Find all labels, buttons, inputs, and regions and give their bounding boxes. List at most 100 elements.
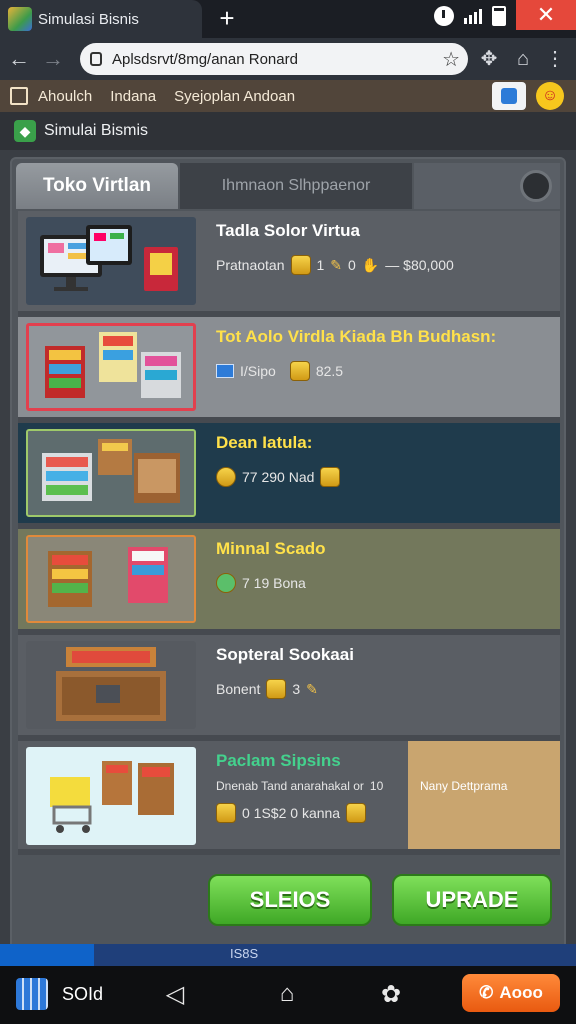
system-navigation-bar: SOId ◁ ⌂ ✿ ✆ Aooo xyxy=(0,966,576,1024)
forward-arrow-icon[interactable]: → xyxy=(40,46,66,72)
item-meta: 7 19 Bona xyxy=(216,573,548,593)
list-item[interactable]: Tot Aolo Virdla Kiada Bh Budhasn: I/Sipo… xyxy=(18,317,560,417)
game-window: ◆ Simulai Bismis Toko Virtlan Ihmnaon Sl… xyxy=(0,112,576,969)
item-price: 7 19 Bona xyxy=(242,575,306,591)
upgrade-button[interactable]: UPRADE xyxy=(392,874,552,926)
battery-icon xyxy=(492,6,506,26)
list-item[interactable]: Sopteral Sookaai Bonent 3 ✎ xyxy=(18,635,560,735)
bookmarks-bar: Ahoulch Indana Syejoplan Andoan xyxy=(0,80,576,112)
list-item[interactable]: Paclam Sipsins Dnenab Tand anarahakal or… xyxy=(18,741,560,849)
recents-nav-icon[interactable]: ✿ xyxy=(376,980,406,1009)
bookmark-folder-icon[interactable] xyxy=(10,87,28,105)
app-grid-icon[interactable] xyxy=(16,978,48,1010)
item-count: 3 xyxy=(292,681,301,697)
browser-tab[interactable]: Simulasi Bisnis xyxy=(0,0,202,38)
url-text[interactable]: Aplsdsrvt/8mg/anan Ronard xyxy=(112,51,442,68)
site-favicon-icon xyxy=(8,7,32,31)
item-side-panel: Nany Dettprama xyxy=(408,741,560,849)
list-item[interactable]: Dean Iatula: 77 290 Nad xyxy=(18,423,560,523)
system-action-button[interactable]: ✆ Aooo xyxy=(462,974,560,1012)
coin-icon xyxy=(216,803,236,823)
address-bar[interactable]: Aplsdsrvt/8mg/anan Ronard ☆ xyxy=(80,43,468,75)
hand-icon: ✋ xyxy=(361,256,380,273)
tool-icon: ✎ xyxy=(306,680,318,697)
item-name: Paclam Sipsins xyxy=(216,751,341,770)
item-meta: 0 1S$2 0 kanna xyxy=(216,803,392,823)
list-item[interactable]: Minnal Scado 7 19 Bona xyxy=(18,529,560,629)
item-price: 82.5 xyxy=(315,363,344,379)
item-category: Dnenab Tand anarahakal or xyxy=(216,779,364,793)
item-meta: Bonent 3 ✎ xyxy=(216,679,548,699)
shop-panel: Toko Virtlan Ihmnaon Slhppaenor Tadla So… xyxy=(10,157,566,969)
tool-icon: ✎ xyxy=(330,256,343,273)
taskbar-start[interactable] xyxy=(0,944,94,966)
item-count: 1 xyxy=(316,257,325,273)
tab-virtual-store[interactable]: Toko Virtlan xyxy=(16,163,178,209)
item-image xyxy=(26,429,196,517)
account-icon[interactable] xyxy=(492,82,526,110)
item-price: 77 290 Nad xyxy=(242,469,315,485)
action-buttons: SLEIOS UPRADE xyxy=(0,874,576,934)
extension-puzzle-icon[interactable]: ✥ xyxy=(476,46,502,72)
new-tab-button[interactable]: + xyxy=(214,4,240,32)
bookmark-item[interactable]: Indana xyxy=(110,88,156,105)
page-info-icon[interactable] xyxy=(90,52,102,66)
close-window-button[interactable]: ✕ xyxy=(516,0,576,30)
item-info: Sopteral Sookaai Bonent 3 ✎ xyxy=(204,635,560,735)
item-info: Minnal Scado 7 19 Bona xyxy=(204,529,560,629)
item-list: Tadla Solor Virtua Pratnaotan 1 ✎ 0 ✋ — … xyxy=(18,211,560,855)
item-image xyxy=(26,323,196,411)
item-count: 0 xyxy=(348,257,356,273)
item-side-text: Nany Dettprama xyxy=(420,779,508,793)
menu-dots-icon[interactable]: ⋮ xyxy=(542,46,568,72)
taskbar: IS8S xyxy=(0,944,576,966)
item-name: Tadla Solor Virtua xyxy=(216,221,360,240)
primary-action-button[interactable]: SLEIOS xyxy=(208,874,372,926)
back-arrow-icon[interactable]: ← xyxy=(6,46,32,72)
coin-icon xyxy=(290,255,311,275)
status-icons xyxy=(434,6,506,26)
coin-icon xyxy=(266,679,287,699)
item-info: Dean Iatula: 77 290 Nad xyxy=(204,423,560,523)
settings-gear-icon[interactable] xyxy=(520,170,552,202)
item-category: Pratnaotan xyxy=(216,257,285,273)
item-image xyxy=(26,535,196,623)
tab-filler xyxy=(414,163,560,209)
tab-title: Simulasi Bisnis xyxy=(38,10,139,28)
tab-secondary[interactable]: Ihmnaon Slhppaenor xyxy=(180,163,412,209)
item-meta: 77 290 Nad xyxy=(216,467,548,487)
item-name: Dean Iatula: xyxy=(216,433,313,452)
bookmark-item[interactable]: Syejoplan Andoan xyxy=(174,88,295,105)
profile-avatar-icon[interactable]: ☺ xyxy=(536,82,564,110)
item-count: 10 xyxy=(369,779,384,793)
item-price: — $80,000 xyxy=(385,257,454,273)
item-info: Tot Aolo Virdla Kiada Bh Budhasn: I/Sipo… xyxy=(204,317,560,417)
check-coin-icon xyxy=(216,467,236,487)
back-nav-icon[interactable]: ◁ xyxy=(160,980,190,1009)
shop-tabs: Toko Virtlan Ihmnaon Slhppaenor xyxy=(16,163,560,209)
item-image xyxy=(26,747,196,845)
item-image xyxy=(26,217,196,305)
coin-icon xyxy=(346,803,367,823)
list-item[interactable]: Tadla Solor Virtua Pratnaotan 1 ✎ 0 ✋ — … xyxy=(18,211,560,311)
item-info: Paclam Sipsins Dnenab Tand anarahakal or… xyxy=(204,741,404,841)
signal-icon xyxy=(464,8,482,24)
item-meta: Pratnaotan 1 ✎ 0 ✋ — $80,000 xyxy=(216,255,548,275)
coin-icon xyxy=(320,467,341,487)
compass-icon xyxy=(216,573,236,593)
item-image xyxy=(26,641,196,729)
game-title-bar: ◆ Simulai Bismis xyxy=(0,112,576,150)
system-action-label: Aooo xyxy=(499,983,543,1002)
bookmark-star-icon[interactable]: ☆ xyxy=(442,47,460,72)
item-name: Sopteral Sookaai xyxy=(216,645,354,664)
game-logo-icon: ◆ xyxy=(14,120,36,142)
home-nav-icon[interactable]: ⌂ xyxy=(272,980,302,1008)
item-info: Tadla Solor Virtua Pratnaotan 1 ✎ 0 ✋ — … xyxy=(204,211,560,311)
bookmark-item[interactable]: Ahoulch xyxy=(38,88,92,105)
taskbar-label: IS8S xyxy=(230,946,259,961)
item-category: I/Sipo xyxy=(240,363,276,379)
phone-icon: ✆ xyxy=(479,983,494,1002)
system-label: SOId xyxy=(62,984,104,1004)
browser-tab-strip: Simulasi Bisnis + ✕ xyxy=(0,0,576,38)
home-icon[interactable]: ⌂ xyxy=(510,46,536,72)
